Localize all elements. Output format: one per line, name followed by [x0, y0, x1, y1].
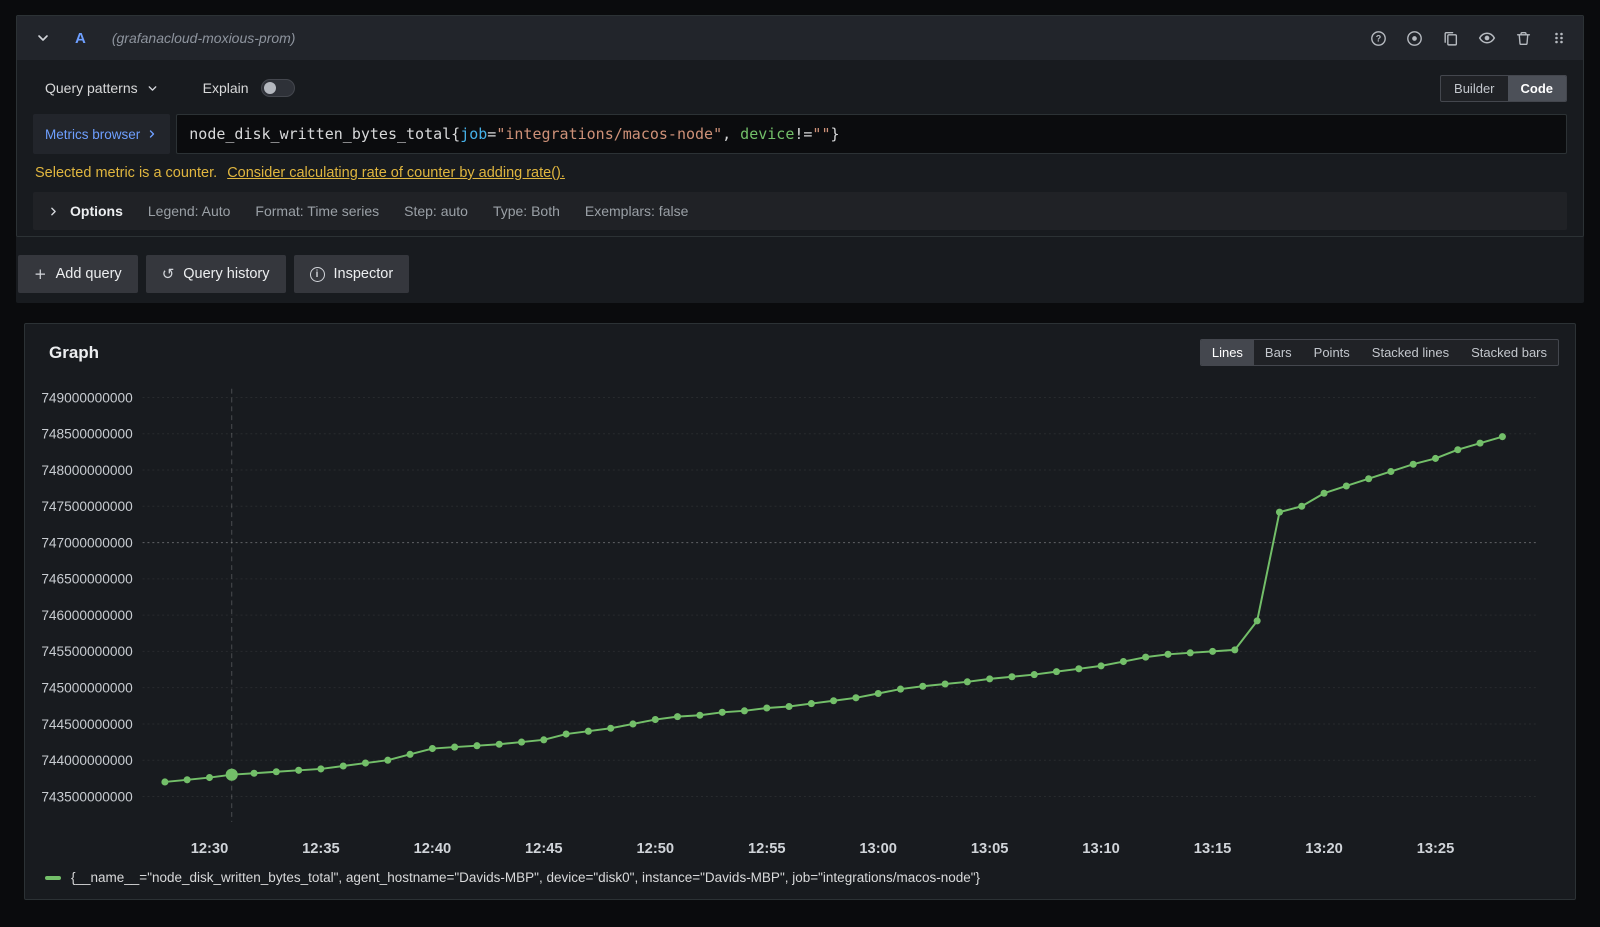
option-step: Step: auto: [404, 203, 468, 219]
svg-text:?: ?: [1376, 33, 1382, 43]
svg-text:13:05: 13:05: [971, 841, 1009, 857]
query-history-label: Query history: [183, 266, 269, 282]
query-header-actions: ?: [1370, 29, 1567, 47]
query-card: A (grafanacloud-moxious-prom) ?: [16, 15, 1584, 237]
svg-text:744000000000: 744000000000: [41, 753, 133, 768]
promql-input[interactable]: node_disk_written_bytes_total{ job = "in…: [176, 114, 1567, 154]
svg-text:747000000000: 747000000000: [41, 535, 133, 550]
options-title: Options: [70, 203, 123, 219]
time-series-chart[interactable]: 749000000000 748500000000 748000000000 7475…: [25, 370, 1575, 870]
explain-label: Explain: [203, 80, 249, 96]
promql-token: "": [812, 125, 830, 143]
promql-token: ,: [722, 125, 740, 143]
promql-token: }: [830, 125, 839, 143]
svg-text:13:15: 13:15: [1194, 841, 1232, 857]
warning-text: Selected metric is a counter.: [35, 165, 217, 181]
query-header: A (grafanacloud-moxious-prom) ?: [17, 16, 1583, 60]
option-legend: Legend: Auto: [148, 203, 231, 219]
svg-text:748500000000: 748500000000: [41, 427, 133, 442]
style-lines-button[interactable]: Lines: [1201, 340, 1254, 365]
copy-icon[interactable]: [1442, 30, 1459, 47]
svg-text:746000000000: 746000000000: [41, 608, 133, 623]
metrics-browser-button[interactable]: Metrics browser: [33, 114, 170, 154]
query-patterns-label: Query patterns: [45, 80, 138, 96]
trash-icon[interactable]: [1515, 30, 1532, 47]
drag-handle-icon[interactable]: [1551, 30, 1567, 46]
explore-page: A (grafanacloud-moxious-prom) ?: [0, 0, 1600, 900]
promql-token: device: [740, 125, 794, 143]
svg-text:745000000000: 745000000000: [41, 681, 133, 696]
inspector-button[interactable]: i Inspector: [294, 255, 410, 293]
svg-text:12:45: 12:45: [525, 841, 563, 857]
svg-text:748000000000: 748000000000: [41, 463, 133, 478]
add-query-button[interactable]: + Add query: [18, 255, 138, 293]
svg-text:12:40: 12:40: [414, 841, 452, 857]
option-type: Type: Both: [493, 203, 560, 219]
promql-token: =: [487, 125, 496, 143]
toggle-knob: [264, 82, 276, 94]
promql-token: !=: [794, 125, 812, 143]
style-stacked-bars-button[interactable]: Stacked bars: [1460, 340, 1558, 365]
history-icon: ↺: [162, 267, 175, 282]
svg-text:744500000000: 744500000000: [41, 717, 133, 732]
promql-token: "integrations/macos-node": [496, 125, 722, 143]
series-color-swatch: [45, 876, 61, 880]
plus-icon: +: [34, 267, 47, 282]
style-stacked-lines-button[interactable]: Stacked lines: [1361, 340, 1460, 365]
inspector-label: Inspector: [334, 266, 394, 282]
chevron-right-icon: [47, 205, 60, 218]
help-icon[interactable]: ?: [1370, 30, 1387, 47]
option-format: Format: Time series: [255, 203, 379, 219]
chevron-down-icon: [146, 82, 159, 95]
builder-mode-button[interactable]: Builder: [1441, 76, 1507, 101]
add-rate-link[interactable]: Consider calculating rate of counter by …: [227, 165, 565, 181]
eye-icon[interactable]: [1478, 29, 1496, 47]
graph-header: Graph Lines Bars Points Stacked lines St…: [25, 324, 1575, 370]
graph-style-toggle: Lines Bars Points Stacked lines Stacked …: [1200, 339, 1559, 366]
graph-title: Graph: [49, 343, 99, 363]
promql-token: job: [460, 125, 487, 143]
svg-text:12:50: 12:50: [636, 841, 674, 857]
code-mode-button[interactable]: Code: [1508, 76, 1567, 101]
svg-text:13:10: 13:10: [1082, 841, 1120, 857]
editor-mode-toggle: Builder Code: [1440, 75, 1567, 102]
svg-text:12:35: 12:35: [302, 841, 340, 857]
svg-text:13:25: 13:25: [1417, 841, 1455, 857]
datasource-name: (grafanacloud-moxious-prom): [112, 30, 296, 46]
query-editor-section: A (grafanacloud-moxious-prom) ?: [16, 15, 1584, 303]
query-card-body: Query patterns Explain Builder Code Metr…: [17, 60, 1583, 236]
svg-text:13:00: 13:00: [859, 841, 897, 857]
style-bars-button[interactable]: Bars: [1254, 340, 1303, 365]
svg-text:743500000000: 743500000000: [41, 789, 133, 804]
style-points-button[interactable]: Points: [1303, 340, 1361, 365]
svg-text:746500000000: 746500000000: [41, 572, 133, 587]
query-input-row: Metrics browser node_disk_written_bytes_…: [33, 114, 1567, 154]
explain-toggle[interactable]: [261, 79, 295, 97]
svg-text:749000000000: 749000000000: [41, 390, 133, 405]
options-bar[interactable]: Options Legend: Auto Format: Time series…: [33, 192, 1567, 230]
svg-text:12:30: 12:30: [191, 841, 229, 857]
chevron-right-icon: [146, 128, 158, 140]
query-ref-id[interactable]: A: [75, 30, 86, 47]
svg-text:12:55: 12:55: [748, 841, 786, 857]
legend-label[interactable]: {__name__="node_disk_written_bytes_total…: [71, 870, 980, 885]
svg-text:13:20: 13:20: [1305, 841, 1343, 857]
query-history-button[interactable]: ↺ Query history: [146, 255, 286, 293]
query-patterns-dropdown[interactable]: Query patterns: [45, 80, 159, 96]
graph-panel: Graph Lines Bars Points Stacked lines St…: [24, 323, 1576, 900]
collapse-query-icon[interactable]: [33, 28, 53, 48]
svg-text:745500000000: 745500000000: [41, 644, 133, 659]
info-icon: i: [310, 267, 325, 282]
promql-token: node_disk_written_bytes_total{: [189, 125, 460, 143]
graph-legend: {__name__="node_disk_written_bytes_total…: [25, 870, 1575, 899]
record-icon[interactable]: [1406, 30, 1423, 47]
add-query-label: Add query: [56, 266, 122, 282]
svg-text:747500000000: 747500000000: [41, 499, 133, 514]
query-toolbar-row: Query patterns Explain Builder Code: [45, 72, 1567, 104]
option-exemplars: Exemplars: false: [585, 203, 688, 219]
counter-warning: Selected metric is a counter. Consider c…: [33, 158, 1567, 192]
metrics-browser-label: Metrics browser: [45, 127, 140, 142]
query-actions-row: + Add query ↺ Query history i Inspector: [16, 237, 1584, 303]
